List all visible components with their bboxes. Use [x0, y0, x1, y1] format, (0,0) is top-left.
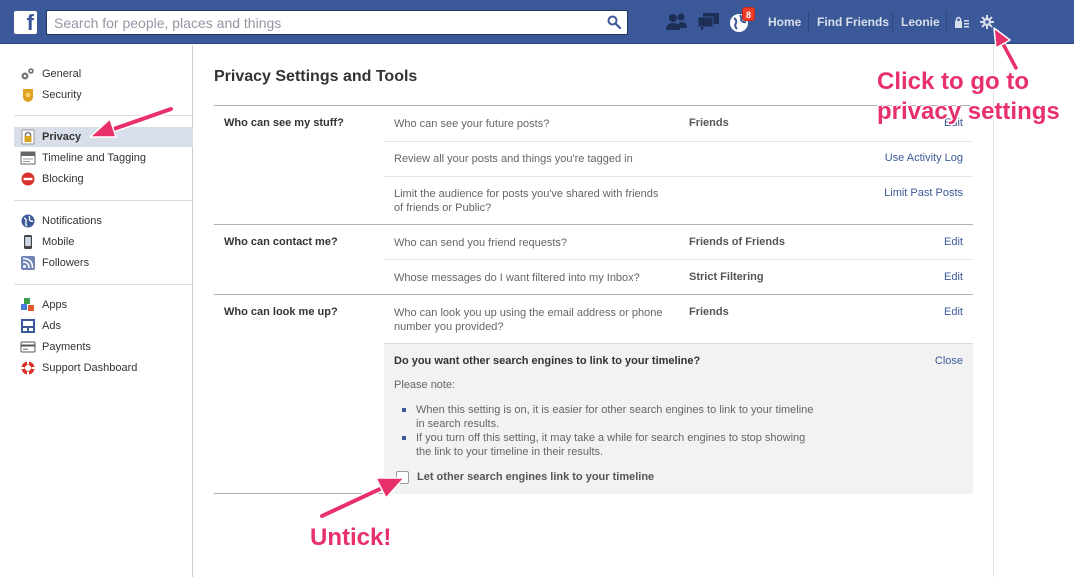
nav-divider [892, 12, 893, 32]
search-box [46, 10, 628, 35]
sidebar-item-label: Payments [42, 341, 91, 353]
sidebar-item-label: General [42, 68, 82, 80]
annotation-untick: Untick! [310, 524, 392, 551]
sidebar-item-label: Privacy [42, 131, 82, 143]
setting-value: Strict Filtering [689, 271, 764, 283]
nav-user-profile-link[interactable]: Leonie [901, 15, 940, 29]
row-divider [384, 176, 973, 177]
ads-icon [21, 319, 35, 333]
limit-past-posts-link[interactable]: Limit Past Posts [884, 187, 963, 199]
setting-question: Whose messages do I want filtered into m… [394, 272, 640, 284]
section-divider [214, 105, 973, 106]
annotation-arrow-to-gear [993, 27, 1019, 71]
search-input[interactable] [47, 11, 603, 34]
setting-value: Friends [689, 306, 729, 318]
annotation-arrow-to-privacy [89, 105, 175, 138]
row-divider [384, 141, 973, 142]
sidebar-item-security[interactable]: Security [0, 85, 193, 105]
setting-question: Review all your posts and things you're … [394, 153, 633, 165]
notification-count-badge: 8 [742, 7, 756, 21]
sidebar-item-label: Timeline and Tagging [42, 152, 146, 164]
sidebar-item-label: Followers [42, 257, 90, 269]
card-icon [20, 341, 36, 353]
setting-question: Who can see your future posts? [394, 118, 550, 130]
sidebar-item-label: Blocking [42, 173, 84, 185]
sidebar-item-label: Mobile [42, 236, 75, 248]
checkbox-label[interactable]: Let other search engines link to your ti… [417, 471, 654, 483]
timeline-icon [20, 151, 36, 165]
nav-divider [946, 12, 947, 32]
sidebar-item-support-dashboard[interactable]: Support Dashboard [0, 358, 193, 378]
panel-bullet: When this setting is on, it is easier fo… [402, 403, 822, 431]
sidebar-item-label: Apps [42, 299, 68, 311]
sidebar-item-label: Security [42, 89, 82, 101]
nav-find-friends-link[interactable]: Find Friends [817, 15, 889, 29]
panel-close-link[interactable]: Close [935, 355, 963, 367]
setting-question: Who can send you friend requests? [394, 237, 568, 249]
globe-icon [21, 214, 35, 228]
sidebar-item-timeline-and-tagging[interactable]: Timeline and Tagging [0, 148, 193, 168]
sidebar-item-notifications[interactable]: Notifications [0, 211, 193, 231]
lifebuoy-icon [21, 361, 35, 375]
section-label-who-can-see: Who can see my stuff? [224, 117, 344, 129]
sidebar-item-apps[interactable]: Apps [0, 295, 193, 315]
setting-value: Friends of Friends [689, 236, 785, 248]
page-title: Privacy Settings and Tools [214, 68, 418, 85]
sidebar-item-ads[interactable]: Ads [0, 316, 193, 336]
no-entry-icon [21, 172, 35, 186]
friend-requests-icon[interactable] [664, 10, 690, 34]
nav-divider [808, 12, 809, 32]
sidebar-item-mobile[interactable]: Mobile [0, 232, 193, 252]
panel-title: Do you want other search engines to link… [394, 355, 701, 367]
sidebar-divider [14, 284, 193, 285]
row-divider [384, 259, 973, 260]
setting-value: Friends [689, 117, 729, 129]
messages-icon[interactable] [696, 10, 722, 34]
annotation-arrow-to-checkbox [318, 477, 405, 520]
search-icon[interactable] [607, 15, 621, 29]
annotation-privacy-settings: Click to go to privacy settings [877, 68, 1060, 125]
gear-toggle-icon [21, 68, 34, 80]
setting-question: Limit the audience for posts you've shar… [394, 188, 659, 214]
nav-home-link[interactable]: Home [768, 15, 801, 29]
edit-message-filter-link[interactable]: Edit [944, 271, 963, 283]
rss-icon [21, 256, 35, 270]
panel-note: Please note: [394, 379, 456, 391]
top-navigation-bar: f 8 Home Find Friends Leonie [0, 0, 1074, 44]
lock-icon [21, 129, 35, 145]
badge-icon [23, 89, 33, 102]
privacy-shortcuts-lock-icon[interactable] [954, 15, 970, 29]
sidebar-item-label: Notifications [42, 215, 102, 227]
panel-bullet: If you turn off this setting, it may tak… [402, 431, 822, 459]
sidebar-item-label: Ads [42, 320, 61, 332]
edit-friend-requests-link[interactable]: Edit [944, 236, 963, 248]
facebook-logo-icon[interactable]: f [14, 10, 37, 35]
edit-look-up-link[interactable]: Edit [944, 306, 963, 318]
use-activity-log-link[interactable]: Use Activity Log [885, 152, 963, 164]
search-engine-linking-panel: Do you want other search engines to link… [384, 343, 973, 494]
cubes-icon [21, 298, 34, 311]
section-label-who-can-look-up: Who can look me up? [224, 306, 338, 318]
section-divider [214, 294, 973, 295]
sidebar-divider [14, 200, 193, 201]
section-divider [214, 224, 973, 225]
sidebar-item-label: Support Dashboard [42, 362, 138, 374]
sidebar-item-payments[interactable]: Payments [0, 337, 193, 357]
section-label-who-can-contact: Who can contact me? [224, 236, 338, 248]
sidebar-item-followers[interactable]: Followers [0, 253, 193, 273]
phone-icon [24, 235, 32, 249]
sidebar-item-blocking[interactable]: Blocking [0, 169, 193, 189]
setting-question: Who can look you up using the email addr… [394, 307, 663, 333]
sidebar-item-general[interactable]: General [0, 64, 193, 84]
